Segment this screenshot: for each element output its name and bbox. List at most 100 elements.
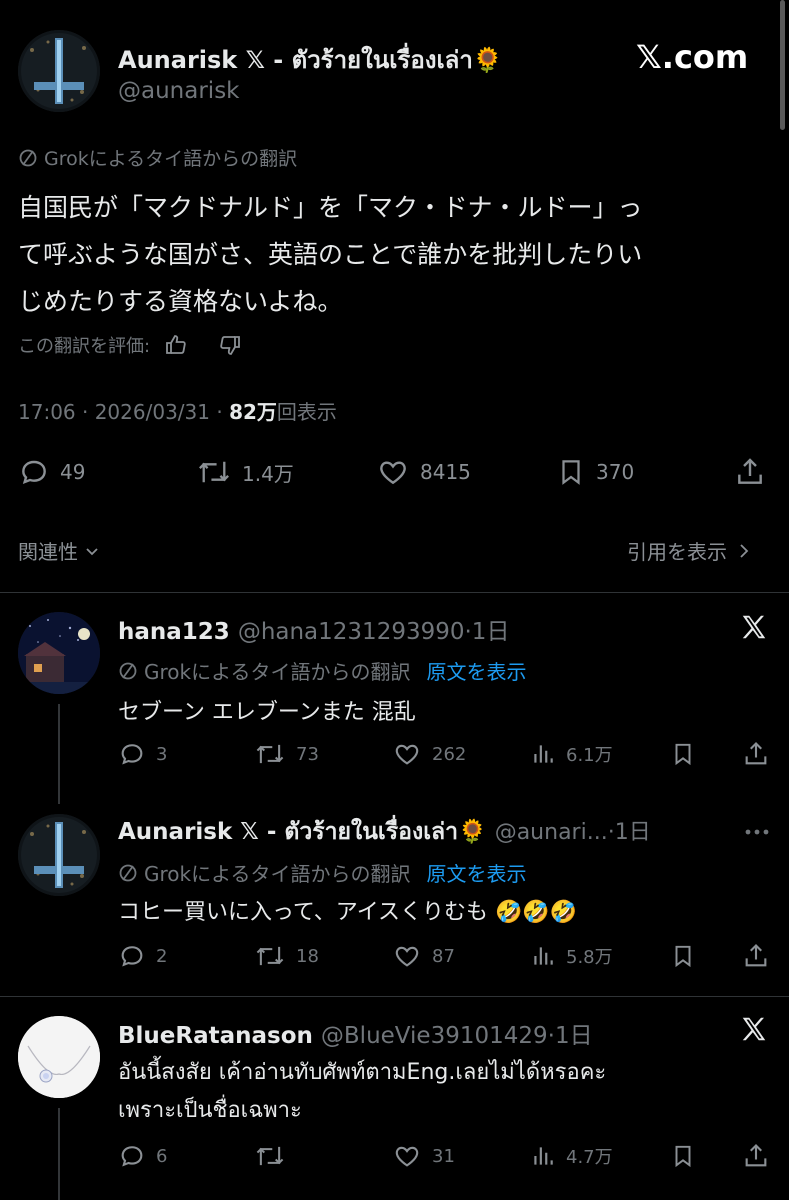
repost-count: 1.4万	[242, 461, 294, 486]
translation-note: Grokによるタイ語からの翻訳	[18, 144, 297, 171]
timestamp-text: 17:06 · 2026/03/31 ·	[18, 400, 230, 424]
scrollbar[interactable]	[780, 0, 785, 130]
like-button[interactable]: 87	[392, 942, 455, 970]
chevron-down-icon	[84, 543, 100, 559]
post-text-line: じめたりする資格ないよね。	[18, 287, 343, 316]
rate-translation: この翻訳を評価:	[18, 332, 242, 358]
thumbs-down-icon[interactable]	[218, 333, 242, 357]
sort-dropdown[interactable]: 関連性	[18, 536, 100, 565]
share-icon	[742, 740, 770, 768]
thumbs-up-icon[interactable]	[164, 333, 188, 357]
translation-note-text: Grokによるタイ語からの翻訳	[44, 148, 298, 170]
reply-avatar[interactable]	[18, 814, 100, 896]
like-count: 8415	[420, 460, 471, 484]
repost-button[interactable]: 1.4万	[196, 456, 294, 488]
reply-text-line: อันนี้สงสัย เค้าอ่านทับศัพท์ตามEng.เลยไม…	[118, 1060, 607, 1085]
heart-icon	[392, 942, 422, 970]
views-count: 4.7万	[566, 1147, 613, 1168]
reply-button[interactable]: 2	[118, 942, 167, 970]
reply-count: 3	[156, 743, 168, 765]
reply-button[interactable]: 49	[18, 456, 85, 488]
reply-icon	[118, 740, 146, 768]
repost-button[interactable]: 73	[254, 740, 319, 768]
reply-text-line: เพราะเป็นชื่อเฉพาะ	[118, 1098, 302, 1123]
bookmark-button[interactable]	[670, 1142, 696, 1170]
bar-chart-icon	[530, 942, 556, 970]
post-timestamp: 17:06 · 2026/03/31 · 82万回表示	[18, 396, 337, 425]
views-button[interactable]: 6.1万	[530, 740, 613, 768]
x-logo-icon[interactable]	[738, 1014, 770, 1048]
bookmark-button[interactable]	[670, 942, 696, 970]
reply-header: Aunarisk 𝕏 - ตัวร้ายในเรื่องเล่า🌻 @aunar…	[118, 814, 651, 850]
like-button[interactable]: 262	[392, 740, 466, 768]
heart-icon	[392, 1142, 422, 1170]
site-label: 𝕏.com	[636, 38, 749, 76]
view-quotes-link[interactable]: 引用を表示	[627, 536, 751, 565]
share-icon	[734, 456, 766, 488]
section-divider	[0, 592, 789, 593]
reply-avatar[interactable]	[18, 1016, 100, 1098]
views-button[interactable]: 5.8万	[530, 942, 613, 970]
bookmark-icon	[670, 1142, 696, 1170]
share-icon	[742, 942, 770, 970]
post-text: 自国民が「マクドナルド」を「マク・ドナ・ルドー」っ て呼ぶような国がさ、英語のこ…	[18, 184, 643, 325]
x-logo-icon[interactable]	[738, 612, 770, 646]
repost-button[interactable]: 18	[254, 942, 319, 970]
slashed-circle-icon	[118, 863, 138, 883]
repost-count: 18	[296, 945, 319, 967]
reply-icon	[118, 942, 146, 970]
author-handle[interactable]: @aunarisk	[118, 78, 240, 104]
reply-button[interactable]: 3	[118, 740, 167, 768]
reply-text: อันนี้สงสัย เค้าอ่านทับศัพท์ตามEng.เลยไม…	[118, 1054, 606, 1130]
bookmark-button[interactable]	[670, 740, 696, 768]
reply-time: ·1日	[607, 820, 651, 845]
views-button[interactable]: 4.7万	[530, 1142, 613, 1170]
bar-chart-icon	[530, 1142, 556, 1170]
reply-count: 2	[156, 945, 168, 967]
like-button[interactable]: 8415	[376, 456, 471, 488]
heart-icon	[376, 456, 410, 488]
reply-name[interactable]: hana123	[118, 619, 230, 645]
author-name[interactable]: Aunarisk 𝕏 - ตัวร้ายในเรื่องเล่า🌻	[118, 40, 503, 79]
show-original-link[interactable]: 原文を表示	[427, 858, 527, 887]
post-text-line: て呼ぶような国がさ、英語のことで誰かを批判したりい	[18, 240, 643, 269]
reply-time: ·1日	[464, 619, 510, 645]
repost-icon	[196, 456, 232, 488]
translation-note: Grokによるタイ語からの翻訳 原文を表示	[118, 858, 527, 887]
share-button[interactable]	[742, 740, 770, 768]
like-count: 31	[432, 1145, 455, 1167]
bookmark-count: 370	[596, 460, 635, 484]
reply-handle[interactable]: @hana1231293990	[238, 619, 465, 645]
like-button[interactable]: 31	[392, 1142, 455, 1170]
reply-text: セブーン エレブーンまた 混乱	[118, 700, 416, 725]
bookmark-button[interactable]: 370	[556, 456, 634, 488]
share-button[interactable]	[742, 1142, 770, 1170]
reply-button[interactable]: 6	[118, 1142, 167, 1170]
reply-divider	[0, 996, 789, 997]
reply-handle[interactable]: @BlueVie39101429	[321, 1023, 548, 1049]
bar-chart-icon	[530, 740, 556, 768]
repost-button[interactable]	[254, 1142, 296, 1170]
reply-header: hana123 @hana1231293990·1日	[118, 612, 509, 646]
reply-name[interactable]: Aunarisk 𝕏 - ตัวร้ายในเรื่องเล่า🌻	[118, 814, 487, 850]
view-quotes-label: 引用を表示	[627, 540, 727, 564]
share-button[interactable]	[742, 942, 770, 970]
translation-note-text: Grokによるタイ語からの翻訳	[144, 660, 411, 684]
translation-note: Grokによるタイ語からの翻訳 原文を表示	[118, 656, 527, 685]
author-avatar[interactable]	[18, 30, 100, 112]
bookmark-icon	[556, 456, 586, 488]
like-count: 262	[432, 743, 467, 765]
reply-name[interactable]: BlueRatanason	[118, 1023, 313, 1049]
share-button[interactable]	[734, 456, 766, 488]
views-label: 回表示	[276, 400, 337, 424]
more-icon[interactable]	[744, 822, 770, 841]
slashed-circle-icon	[118, 661, 138, 681]
reply-text: コヒー買いに入って、アイスくりむも 🤣🤣🤣	[118, 900, 578, 925]
repost-icon	[254, 1142, 286, 1170]
show-original-link[interactable]: 原文を表示	[427, 656, 527, 685]
translation-note-text: Grokによるタイ語からの翻訳	[144, 862, 411, 886]
reply-handle[interactable]: @aunari...	[495, 820, 608, 845]
reply-avatar[interactable]	[18, 612, 100, 694]
views-count: 5.8万	[566, 947, 613, 968]
post-text-line: 自国民が「マクドナルド」を「マク・ドナ・ルドー」っ	[18, 193, 643, 222]
